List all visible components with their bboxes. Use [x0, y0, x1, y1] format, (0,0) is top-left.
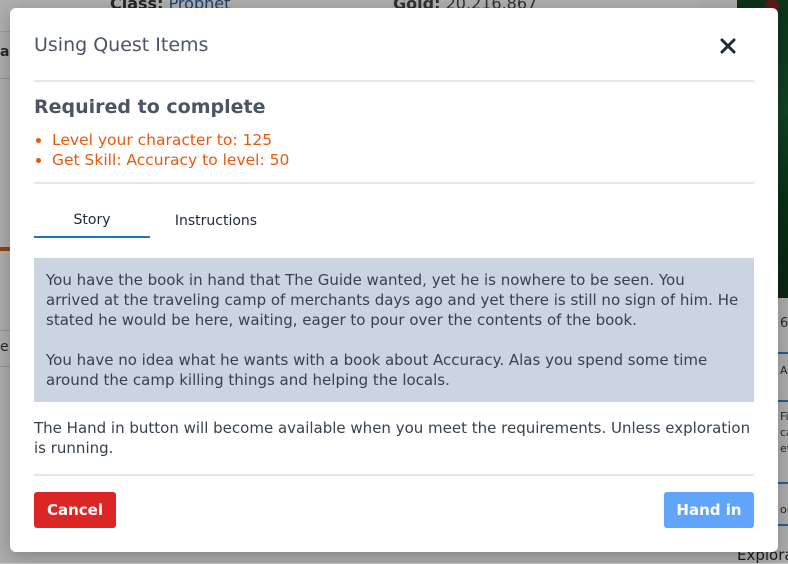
cancel-button[interactable]: Cancel — [34, 492, 116, 528]
hand-in-button[interactable]: Hand in — [664, 492, 754, 528]
requirement-item: Level your character to: 125 — [34, 130, 289, 150]
tab-story[interactable]: Story — [34, 204, 150, 238]
footer-divider — [34, 474, 754, 476]
story-paragraph: You have the book in hand that The Guide… — [46, 271, 739, 329]
story-panel: You have the book in hand that The Guide… — [34, 258, 754, 402]
header-divider — [34, 80, 754, 82]
story-paragraph: You have no idea what he wants with a bo… — [46, 351, 708, 389]
modal-title: Using Quest Items — [34, 34, 209, 56]
requirements-list: Level your character to: 125 Get Skill: … — [34, 130, 289, 170]
requirements-divider — [34, 182, 754, 184]
quest-item-modal: Using Quest Items Required to complete L… — [10, 8, 778, 552]
requirements-heading: Required to complete — [34, 96, 266, 118]
tab-instructions[interactable]: Instructions — [160, 204, 272, 238]
hand-in-notice: The Hand in button will become available… — [34, 419, 751, 457]
close-icon — [720, 38, 736, 54]
close-button[interactable] — [716, 34, 740, 58]
requirement-item: Get Skill: Accuracy to level: 50 — [34, 150, 289, 170]
